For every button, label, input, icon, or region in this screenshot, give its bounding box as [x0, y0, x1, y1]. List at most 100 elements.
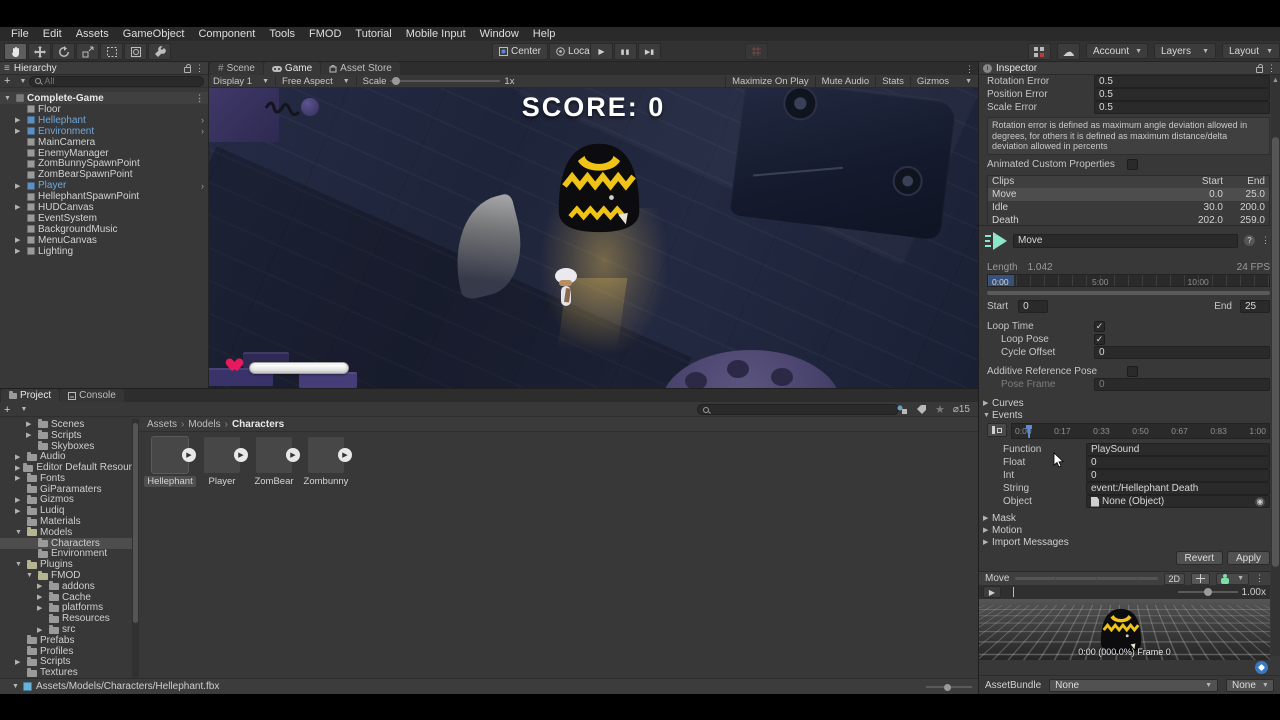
end-frame-field[interactable]: 25: [1240, 300, 1270, 313]
fold-arrow[interactable]: ▶: [15, 453, 24, 461]
clip-name-field[interactable]: Move: [1013, 233, 1238, 248]
fold-arrow[interactable]: ▶: [15, 507, 24, 515]
hierarchy-item[interactable]: Floor ›: [0, 104, 208, 115]
hierarchy-search-input[interactable]: [44, 76, 198, 86]
expand-play-icon[interactable]: ▶: [338, 448, 352, 462]
folder-tree-item[interactable]: ▶ Gizmos: [0, 494, 132, 505]
cloud-services-icon[interactable]: ☁: [1057, 43, 1080, 60]
lock-icon[interactable]: [1256, 63, 1263, 73]
start-frame-field[interactable]: 0: [1018, 300, 1049, 313]
asset-thumbnail[interactable]: ▶: [256, 437, 300, 473]
expand-play-icon[interactable]: ▶: [286, 448, 300, 462]
event-value-field[interactable]: PlaySound ◉: [1086, 443, 1270, 456]
fold-arrow[interactable]: ▶: [15, 247, 24, 255]
fold-arrow[interactable]: ▶: [15, 203, 24, 211]
hand-tool-icon[interactable]: [4, 43, 27, 60]
hierarchy-item[interactable]: MainCamera ›: [0, 137, 208, 148]
folder-tree-item[interactable]: GiParamaters: [0, 484, 132, 495]
hierarchy-item[interactable]: EnemyManager ›: [0, 148, 208, 159]
mask-foldout[interactable]: ▶ Mask: [979, 512, 1270, 524]
hidden-packages-count[interactable]: ⌀15: [953, 404, 970, 415]
fold-open-icon[interactable]: ▼: [4, 95, 13, 102]
play-button[interactable]: ▶: [590, 43, 613, 60]
asset-thumbnail[interactable]: ▶: [308, 437, 352, 473]
preview-2d-toggle[interactable]: 2D: [1163, 572, 1186, 585]
search-by-label-icon[interactable]: [916, 404, 927, 415]
folder-tree-item[interactable]: ▶ addons: [0, 581, 132, 592]
menu-item[interactable]: Window: [473, 27, 526, 41]
kebab-menu-icon[interactable]: ⋮: [1261, 235, 1270, 246]
preview-drag-handle[interactable]: [1015, 577, 1158, 580]
folder-tree-item[interactable]: Environment: [0, 548, 132, 559]
folder-tree-item[interactable]: ▶ Audio: [0, 451, 132, 462]
preview-scrub-head[interactable]: [1013, 587, 1014, 597]
folder-tree-item[interactable]: Profiles: [0, 646, 132, 657]
tab-game[interactable]: Game: [263, 62, 321, 75]
fold-arrow[interactable]: ▶: [15, 127, 24, 135]
loop-pose-checkbox[interactable]: ✓: [1094, 334, 1105, 345]
kebab-menu-icon[interactable]: ⋮: [195, 63, 204, 74]
hierarchy-item[interactable]: ZomBearSpawnPoint ›: [0, 169, 208, 180]
fold-arrow[interactable]: ▶: [26, 431, 35, 439]
asset-tile[interactable]: ▶ Zombunny: [300, 437, 352, 487]
animation-preview-viewport[interactable]: 0:00 (000.0%) Frame 0: [979, 599, 1270, 660]
fold-arrow[interactable]: ▶: [15, 496, 24, 504]
transform-tool-icon[interactable]: [124, 43, 147, 60]
fold-arrow[interactable]: ▶: [15, 474, 24, 482]
project-search-input[interactable]: [712, 404, 893, 415]
clip-range-bar[interactable]: [987, 291, 1270, 295]
folder-tree-item[interactable]: ▼ FMOD: [0, 570, 132, 581]
search-by-type-icon[interactable]: [896, 404, 908, 415]
additive-pose-checkbox[interactable]: [1127, 366, 1138, 377]
curves-foldout[interactable]: ▶ Curves: [979, 397, 1270, 409]
error-value-field[interactable]: 0.5: [1094, 88, 1270, 101]
fold-arrow[interactable]: ▼: [15, 529, 24, 536]
clip-row[interactable]: Move 0.0 25.0: [988, 187, 1269, 201]
folder-tree-item[interactable]: ▶ Cache: [0, 592, 132, 603]
hierarchy-item[interactable]: BackgroundMusic ›: [0, 224, 208, 235]
asset-tile[interactable]: ▶ ZomBear: [248, 437, 300, 487]
folder-tree-item[interactable]: ▼ Models: [0, 527, 132, 538]
create-add-button[interactable]: +: [4, 404, 10, 416]
apply-button[interactable]: Apply: [1226, 551, 1270, 565]
breadcrumb-models[interactable]: Models: [188, 419, 220, 430]
fold-arrow[interactable]: ▶: [15, 182, 24, 190]
hierarchy-item[interactable]: ▶ Player ›: [0, 180, 208, 191]
cycle-offset-field[interactable]: 0: [1094, 346, 1270, 359]
error-value-field[interactable]: 0.5: [1094, 75, 1270, 88]
event-value-field[interactable]: event:/Hellephant Death ◉: [1086, 482, 1270, 495]
fold-arrow[interactable]: ▶: [15, 658, 24, 666]
hierarchy-item[interactable]: ▶ Hellephant ›: [0, 115, 208, 126]
asset-tile[interactable]: ▶ Player: [196, 437, 248, 487]
menu-item[interactable]: Tutorial: [348, 27, 398, 41]
display-dropdown[interactable]: Display 1: [213, 76, 252, 87]
rect-tool-icon[interactable]: [100, 43, 123, 60]
layers-dropdown[interactable]: Layers ▼: [1154, 43, 1216, 59]
event-value-field[interactable]: 0 ◉: [1086, 469, 1270, 482]
breadcrumb-assets[interactable]: Assets: [147, 419, 177, 430]
folder-tree-item[interactable]: ▶ src: [0, 624, 132, 635]
tab-project[interactable]: Project: [1, 389, 60, 402]
aspect-dropdown[interactable]: Free Aspect: [282, 76, 333, 87]
custom-tool-icon[interactable]: [148, 43, 171, 60]
expand-play-icon[interactable]: ▶: [234, 448, 248, 462]
events-foldout[interactable]: ▼ Events: [979, 409, 1270, 421]
assetbundle-dropdown[interactable]: None ▼: [1049, 678, 1218, 692]
loop-time-checkbox[interactable]: ✓: [1094, 321, 1105, 332]
asset-thumbnail[interactable]: ▶: [204, 437, 248, 473]
tab-scene[interactable]: # Scene: [210, 62, 263, 75]
folder-tree-item[interactable]: ▶ Scripts: [0, 430, 132, 441]
menu-item[interactable]: Assets: [69, 27, 116, 41]
menu-item[interactable]: Mobile Input: [399, 27, 473, 41]
preview-pivot-toggle[interactable]: [1191, 572, 1211, 585]
folder-tree-item[interactable]: Materials: [0, 516, 132, 527]
asset-tile[interactable]: ▶ Hellephant: [144, 436, 196, 487]
tab-console[interactable]: Console: [60, 389, 124, 402]
folder-tree-item[interactable]: Textures: [0, 667, 132, 678]
help-icon[interactable]: ?: [1244, 235, 1255, 246]
add-event-button[interactable]: [987, 423, 1007, 437]
kebab-menu-icon[interactable]: ⋮: [1267, 63, 1276, 74]
import-messages-foldout[interactable]: ▶ Import Messages: [979, 536, 1270, 548]
create-caret-icon[interactable]: ▼: [19, 78, 26, 85]
folder-tree-item[interactable]: ▶ platforms: [0, 602, 132, 613]
